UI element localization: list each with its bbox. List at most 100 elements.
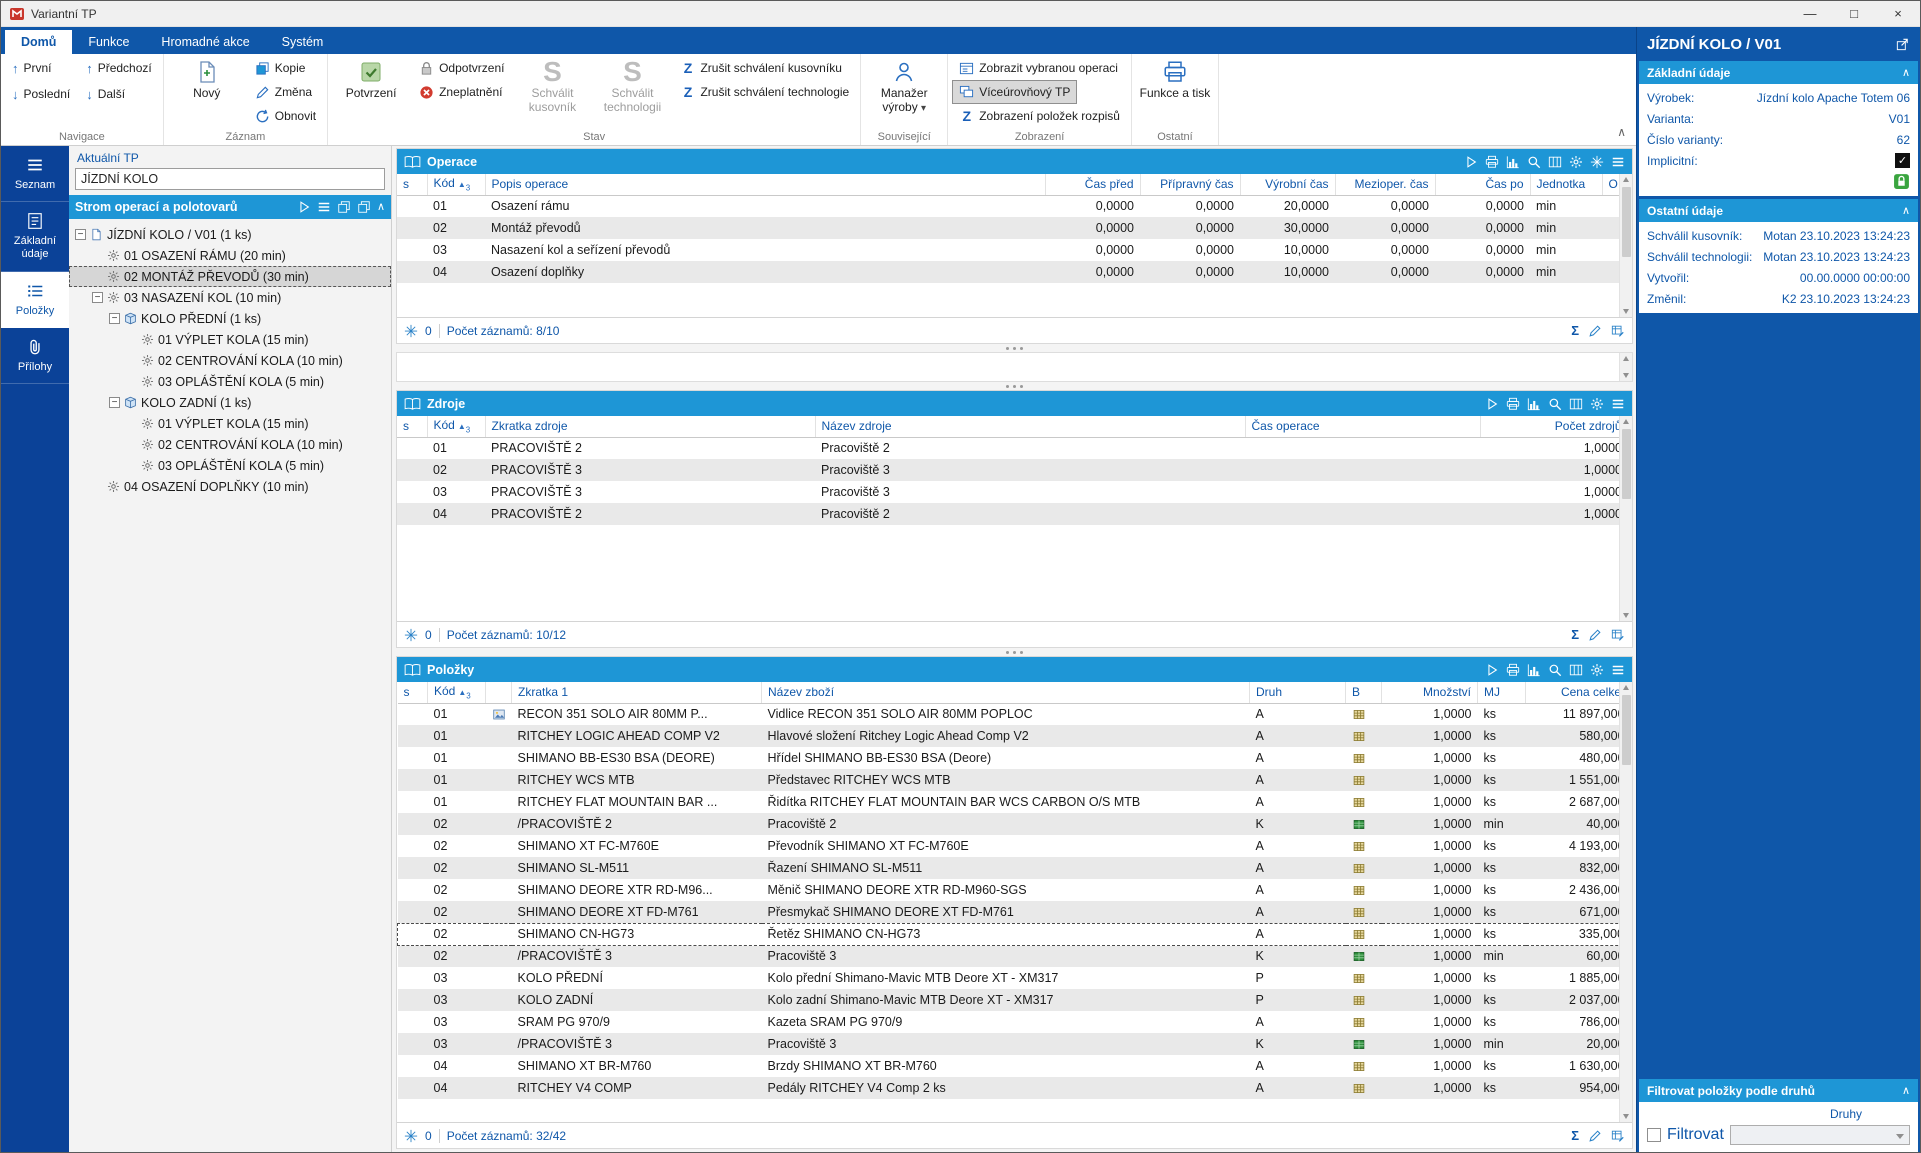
collapse-all-icon[interactable] xyxy=(357,200,371,214)
column-header-mnozstvi[interactable]: Množství xyxy=(1382,682,1478,703)
column-header-s[interactable]: s xyxy=(397,416,427,437)
edit-icon[interactable] xyxy=(1588,324,1602,338)
first-button[interactable]: ↑První xyxy=(5,56,77,80)
table-row[interactable]: 02/PRACOVIŠTĚ 2Pracoviště 2K1,0000min40,… xyxy=(398,813,1620,835)
column-header-vyrobni_cas[interactable]: Výrobní čas xyxy=(1240,174,1335,195)
chart-icon[interactable] xyxy=(1527,663,1541,677)
sum-icon[interactable]: Σ xyxy=(1571,1128,1579,1143)
splitter[interactable] xyxy=(396,648,1633,656)
minimize-button[interactable]: — xyxy=(1788,1,1832,26)
gear-icon[interactable] xyxy=(1590,397,1604,411)
column-header-cas_operace[interactable]: Čas operace xyxy=(1245,416,1480,437)
unconfirm-button[interactable]: Odpotvrzení xyxy=(412,56,511,80)
sidebar-item-prilohy[interactable]: Přílohy xyxy=(1,328,69,384)
column-header-mezioper_cas[interactable]: Mezioper. čas xyxy=(1335,174,1435,195)
tree-node[interactable]: 01 VÝPLET KOLA (15 min) xyxy=(69,329,391,350)
multilevel-tp-toggle[interactable]: Víceúrovňový TP xyxy=(952,80,1077,104)
print-icon[interactable] xyxy=(1506,397,1520,411)
play-icon[interactable] xyxy=(1485,397,1499,411)
druhy-select[interactable] xyxy=(1730,1125,1910,1145)
ribbon-collapse-button[interactable]: ∧ xyxy=(1617,125,1626,139)
functions-and-print-button[interactable]: Funkce a tisk xyxy=(1136,56,1214,104)
revoke-bom-approval-button[interactable]: ZZrušit schválení kusovníku xyxy=(673,56,848,80)
search-icon[interactable] xyxy=(1548,663,1562,677)
tree-node[interactable]: 02 CENTROVÁNÍ KOLA (10 min) xyxy=(69,434,391,455)
chart-icon[interactable] xyxy=(1527,397,1541,411)
column-header-nazev[interactable]: Název zdroje xyxy=(815,416,1245,437)
column-header-druh[interactable]: Druh xyxy=(1250,682,1346,703)
column-header-cas_po[interactable]: Čas po xyxy=(1435,174,1530,195)
column-header-pripravny_cas[interactable]: Přípravný čas xyxy=(1140,174,1240,195)
tree-node[interactable]: 04 OSAZENÍ DOPLŇKY (10 min) xyxy=(69,476,391,497)
vertical-scrollbar[interactable] xyxy=(1619,416,1632,621)
tree-node[interactable]: −KOLO ZADNÍ (1 ks) xyxy=(69,392,391,413)
tab-system[interactable]: Systém xyxy=(266,30,340,54)
columns-icon[interactable] xyxy=(1569,397,1583,411)
tree-expander-icon[interactable]: − xyxy=(109,397,120,408)
grid-edit-icon[interactable] xyxy=(1611,324,1625,338)
chevron-up-icon[interactable]: ∧ xyxy=(377,200,385,214)
table-row[interactable]: 04Osazení doplňky0,00000,000010,00000,00… xyxy=(397,261,1619,283)
table-row[interactable]: 04SHIMANO XT BR-M760Brzdy SHIMANO XT BR-… xyxy=(398,1055,1620,1077)
table-row[interactable]: 02/PRACOVIŠTĚ 3Pracoviště 3K1,0000min60,… xyxy=(398,945,1620,967)
tree-expander-icon[interactable]: − xyxy=(75,229,86,240)
table-row[interactable]: 01RITCHEY FLAT MOUNTAIN BAR ...Řidítka R… xyxy=(398,791,1620,813)
tree-node[interactable]: 01 VÝPLET KOLA (15 min) xyxy=(69,413,391,434)
table-row[interactable]: 03SRAM PG 970/9Kazeta SRAM PG 970/9A1,00… xyxy=(398,1011,1620,1033)
gear-icon[interactable] xyxy=(1590,663,1604,677)
column-header-zkratka[interactable]: Zkratka 1 xyxy=(512,682,762,703)
tree-expander-icon[interactable]: − xyxy=(109,313,120,324)
column-header-kod[interactable]: Kód▲3 xyxy=(428,682,486,703)
refresh-button[interactable]: Obnovit xyxy=(248,104,323,128)
table-row[interactable]: 03/PRACOVIŠTĚ 3Pracoviště 3K1,0000min20,… xyxy=(398,1033,1620,1055)
column-header-nazev[interactable]: Název zboží xyxy=(762,682,1250,703)
table-row[interactable]: 02PRACOVIŠTĚ 3Pracoviště 31,0000 xyxy=(397,459,1619,481)
approve-technology-button[interactable]: SSchválit technologii xyxy=(593,56,671,118)
close-button[interactable]: × xyxy=(1876,1,1920,26)
tab-domu[interactable]: Domů xyxy=(5,30,72,54)
table-row[interactable]: 01PRACOVIŠTĚ 2Pracoviště 21,0000 xyxy=(397,437,1619,459)
snowflake-icon[interactable] xyxy=(404,1129,418,1143)
change-button[interactable]: Změna xyxy=(248,80,319,104)
gear-icon[interactable] xyxy=(1569,155,1583,169)
column-header-cas_pred[interactable]: Čas před xyxy=(1045,174,1140,195)
table-row[interactable]: 01RITCHEY LOGIC AHEAD COMP V2Hlavové slo… xyxy=(398,725,1620,747)
column-header-b[interactable]: B xyxy=(1346,682,1382,703)
menu-icon[interactable] xyxy=(1611,663,1625,677)
search-icon[interactable] xyxy=(1527,155,1541,169)
table-row[interactable]: 03KOLO ZADNÍKolo zadní Shimano-Mavic MTB… xyxy=(398,989,1620,1011)
column-header-thumb[interactable] xyxy=(486,682,512,703)
table-row[interactable]: 03PRACOVIŠTĚ 3Pracoviště 31,0000 xyxy=(397,481,1619,503)
table-row[interactable]: 03KOLO PŘEDNÍKolo přední Shimano-Mavic M… xyxy=(398,967,1620,989)
splitter[interactable] xyxy=(396,382,1633,390)
tree-node[interactable]: 02 MONTÁŽ PŘEVODŮ (30 min) xyxy=(69,266,391,287)
tree-node[interactable]: −03 NASAZENÍ KOL (10 min) xyxy=(69,287,391,308)
splitter[interactable] xyxy=(396,344,1633,352)
maximize-button[interactable]: □ xyxy=(1832,1,1876,26)
column-header-pocet[interactable]: Počet zdrojů xyxy=(1480,416,1619,437)
invalidate-button[interactable]: Zneplatnění xyxy=(412,80,509,104)
play-icon[interactable] xyxy=(297,200,311,214)
table-row[interactable]: 02SHIMANO CN-HG73Řetěz SHIMANO CN-HG73A1… xyxy=(398,923,1620,945)
edit-icon[interactable] xyxy=(1588,1129,1602,1143)
snowflake-icon[interactable] xyxy=(404,628,418,642)
column-header-kod[interactable]: Kód▲3 xyxy=(427,174,485,195)
menu-icon[interactable] xyxy=(317,200,331,214)
table-row[interactable]: 02SHIMANO DEORE XTR RD-M96...Měnič SHIMA… xyxy=(398,879,1620,901)
sidebar-item-zakladni-udaje[interactable]: Základní údaje xyxy=(1,202,69,271)
tree-node[interactable]: −KOLO PŘEDNÍ (1 ks) xyxy=(69,308,391,329)
copy-button[interactable]: Kopie xyxy=(248,56,313,80)
previous-button[interactable]: ↑Předchozí xyxy=(79,56,159,80)
tree-node[interactable]: −JÍZDNÍ KOLO / V01 (1 ks) xyxy=(69,224,391,245)
sum-icon[interactable]: Σ xyxy=(1571,627,1579,642)
vertical-scrollbar[interactable] xyxy=(1619,682,1632,1122)
columns-icon[interactable] xyxy=(1548,155,1562,169)
column-header-popis[interactable]: Popis operace xyxy=(485,174,1045,195)
show-selected-operation-button[interactable]: Zobrazit vybranou operaci xyxy=(952,56,1125,80)
table-row[interactable]: 04RITCHEY V4 COMPPedály RITCHEY V4 Comp … xyxy=(398,1077,1620,1099)
search-icon[interactable] xyxy=(1548,397,1562,411)
tree-node[interactable]: 01 OSAZENÍ RÁMU (20 min) xyxy=(69,245,391,266)
section-header-zakladni-udaje[interactable]: Základní údaje ∧ xyxy=(1639,61,1918,84)
print-icon[interactable] xyxy=(1485,155,1499,169)
column-header-kod[interactable]: Kód▲3 xyxy=(427,416,485,437)
